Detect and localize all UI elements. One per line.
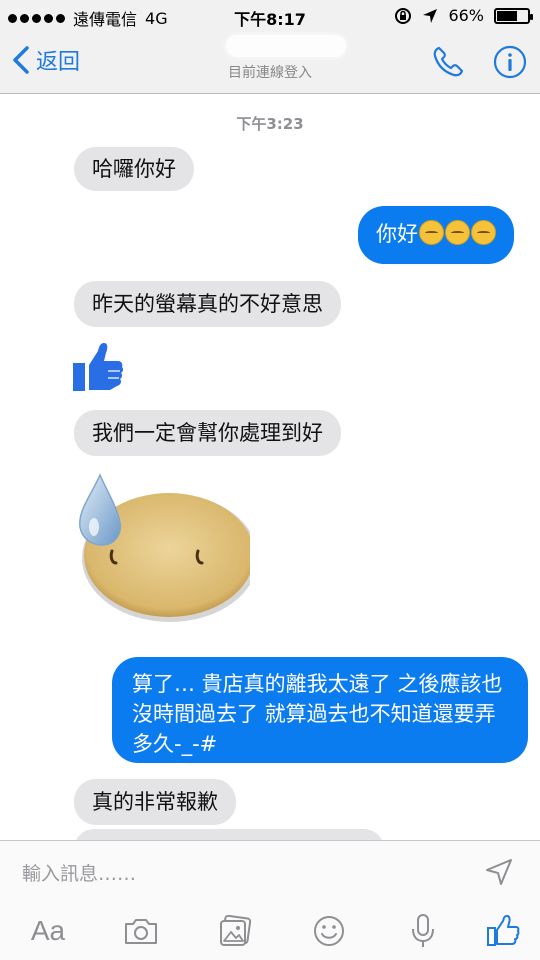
outgoing-message[interactable]: 算了… 貴店真的離我太遠了 之後應該也沒時間過去了 就算過去也不知道還要弄多久-…: [112, 657, 528, 763]
thumbs-up-icon: [487, 915, 520, 946]
pensive-face-emoji: [471, 220, 496, 245]
camera-icon: [125, 919, 157, 944]
incoming-message-partial[interactable]: [74, 829, 384, 840]
message-text: 你好: [376, 222, 418, 246]
contact-name-redacted: [226, 35, 346, 57]
location-arrow-icon: [423, 8, 438, 23]
text-format-button[interactable]: Aa: [26, 911, 70, 951]
sweat-face-sticker[interactable]: [70, 473, 250, 628]
like-button[interactable]: [482, 911, 524, 951]
photo-icon: [220, 914, 252, 946]
thumbs-up-icon[interactable]: [70, 339, 126, 395]
battery-icon: [494, 7, 533, 24]
microphone-icon: [412, 914, 434, 947]
text-format-icon: Aa: [30, 915, 66, 946]
status-right: 66%: [394, 6, 533, 25]
pensive-face-emoji: [445, 220, 470, 245]
battery-fill: [497, 10, 517, 21]
camera-button[interactable]: [120, 911, 162, 951]
phone-call-button[interactable]: [430, 44, 466, 80]
photo-button[interactable]: [214, 911, 256, 951]
message-timestamp: 下午3:23: [236, 115, 304, 133]
message-composer: 輸入訊息…… Aa: [0, 840, 540, 960]
nav-bar: 返回 目前連線登入: [0, 32, 540, 94]
rotation-lock-icon: [395, 7, 412, 24]
incoming-message[interactable]: 昨天的螢幕真的不好意思: [74, 281, 341, 327]
pensive-face-emoji: [419, 220, 444, 245]
battery-percent: 66%: [448, 6, 484, 25]
emoji-button[interactable]: [308, 911, 350, 951]
info-button[interactable]: [492, 44, 528, 80]
incoming-message[interactable]: 真的非常報歉: [74, 779, 236, 825]
microphone-button[interactable]: [402, 911, 444, 951]
emoji-icon: [314, 916, 344, 946]
message-input[interactable]: 輸入訊息……: [22, 859, 136, 886]
chat-thread[interactable]: 下午3:23 哈囉你好 你好 昨天的螢幕真的不好意思 我們一定會幫你處理到好 算…: [0, 95, 540, 840]
incoming-message[interactable]: 我們一定會幫你處理到好: [74, 410, 341, 456]
outgoing-message[interactable]: 你好: [358, 206, 514, 264]
status-bar: 遠傳電信 4G 下午8:17 66%: [0, 0, 540, 32]
incoming-message[interactable]: 哈囉你好: [74, 147, 194, 191]
send-arrow-icon[interactable]: [484, 857, 514, 887]
